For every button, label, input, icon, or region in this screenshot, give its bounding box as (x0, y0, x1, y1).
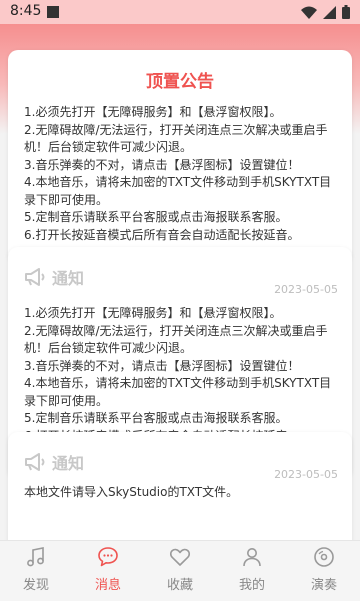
notice-card[interactable]: 通知 2023-05-05 本地文件请导入SkyStudio的TXT文件。 (8, 432, 352, 540)
pinned-line: 5.定制音乐请联系平台客服或点击海报联系客服。 (24, 210, 288, 224)
notice-title: 通知 (52, 269, 85, 288)
pinned-line: 6.打开长按延音模式后所有音会自动适配长按延音。 (24, 227, 300, 242)
person-icon (243, 548, 261, 567)
nav-label-profile: 我的 (238, 578, 265, 593)
signal-icon (323, 5, 336, 19)
wifi-icon (301, 6, 317, 19)
music-note-icon (27, 547, 44, 567)
chat-bubble-icon (98, 547, 118, 567)
notice-content: 1.必须先打开【无障碍服务】和【悬浮窗权限】。 2.无障碍故障/无法运行，打开关… (24, 305, 342, 445)
nav-item-favorites[interactable]: 收藏 (144, 541, 216, 601)
notice-content: 本地文件请导入SkyStudio的TXT文件。 (24, 484, 342, 502)
pinned-line: 机！后台锁定软件可减少闪退。 (24, 140, 193, 154)
pinned-announcement-card: 顶置公告 1.必须先打开【无障碍服务】和【悬浮窗权限】。 2.无障碍故障/无法运… (8, 50, 352, 263)
bottom-nav: 发现 消息 收藏 我的 演奏 (0, 540, 360, 601)
notice-line: 本地文件请导入SkyStudio的TXT文件。 (24, 485, 239, 499)
pinned-title: 顶置公告 (146, 72, 214, 92)
pinned-line: 3.音乐弹奏的不对，请点击【悬浮图标】设置键位！ (24, 157, 300, 172)
notice-line: 机！后台锁定软件可减少闪退。 (24, 341, 193, 355)
pinned-line: 录下即可使用。 (24, 192, 109, 207)
nav-label-perform: 演奏 (310, 578, 337, 593)
nav-item-perform[interactable]: 演奏 (288, 541, 360, 601)
notice-line: 5.定制音乐请联系平台客服或点击海报联系客服。 (24, 411, 288, 425)
message-list[interactable]: 顶置公告 1.必须先打开【无障碍服务】和【悬浮窗权限】。 2.无障碍故障/无法运… (0, 24, 360, 540)
pinned-line: 2.无障碍故障/无法运行，打开关闭连点三次解决或重启手 (24, 122, 328, 137)
disc-icon (314, 547, 334, 567)
notice-line: 4.本地音乐，请将未加密的TXT文件移动到手机SKYTXT目 (24, 376, 332, 390)
megaphone-icon (25, 453, 45, 471)
nav-label-favorites: 收藏 (166, 578, 193, 593)
notice-line: 录下即可使用。 (24, 393, 109, 408)
nav-item-discover[interactable]: 发现 (0, 541, 72, 601)
notice-line: 3.音乐弹奏的不对，请点击【悬浮图标】设置键位！ (24, 358, 300, 373)
status-time: 8:45 (10, 3, 42, 19)
pinned-line: 1.必须先打开【无障碍服务】和【悬浮窗权限】。 (24, 105, 282, 119)
notification-square-icon (47, 6, 59, 18)
pinned-content: 1.必须先打开【无障碍服务】和【悬浮窗权限】。 2.无障碍故障/无法运行，打开关… (24, 104, 342, 244)
nav-item-profile[interactable]: 我的 (216, 541, 288, 601)
nav-item-messages[interactable]: 消息 (72, 541, 144, 601)
notice-line: 1.必须先打开【无障碍服务】和【悬浮窗权限】。 (24, 306, 282, 320)
status-icons (301, 5, 350, 19)
pinned-line: 4.本地音乐，请将未加密的TXT文件移动到手机SKYTXT目 (24, 175, 332, 189)
notice-date: 2023-05-05 (274, 468, 338, 481)
battery-icon (342, 5, 350, 19)
megaphone-icon (25, 268, 45, 286)
notice-date: 2023-05-05 (274, 283, 338, 296)
notice-line: 2.无障碍故障/无法运行，打开关闭连点三次解决或重启手 (24, 323, 328, 338)
notice-header: 通知 (24, 450, 84, 474)
nav-label-discover: 发现 (22, 578, 49, 593)
nav-label-messages: 消息 (94, 578, 121, 593)
notice-header: 通知 (24, 265, 84, 289)
notice-title: 通知 (52, 454, 85, 473)
heart-icon (169, 548, 191, 566)
status-bar: 8:45 (0, 0, 360, 24)
